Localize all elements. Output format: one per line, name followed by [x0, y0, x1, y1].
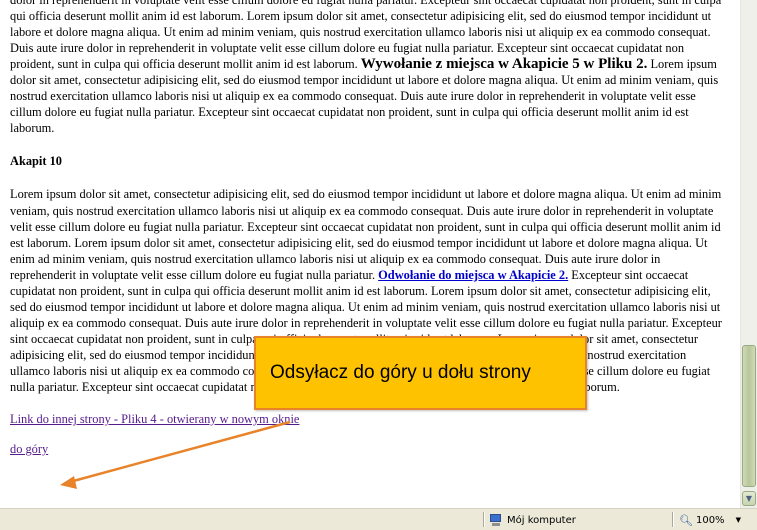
- zoom-control[interactable]: 🔍︎ 100% ▼: [679, 512, 741, 528]
- link-other-page-row: Link do innej strony - Pliku 4 - otwiera…: [10, 411, 728, 427]
- section-heading-akapit-10: Akapit 10: [10, 154, 62, 169]
- security-zone: Mój komputer: [489, 512, 576, 528]
- annotation-callout: Odsyłacz do góry u dołu strony: [254, 336, 587, 410]
- link-akapit-2[interactable]: Odwołanie do miejsca w Akapicie 2.: [378, 268, 568, 282]
- dropdown-arrow-icon[interactable]: ▼: [736, 516, 741, 524]
- status-divider: [483, 512, 485, 527]
- computer-icon: [489, 514, 503, 526]
- magnifier-icon: 🔍︎: [679, 513, 693, 527]
- status-bar: Mój komputer 🔍︎ 100% ▼: [0, 508, 757, 530]
- browser-viewport: dolor in reprehenderit in voluptate veli…: [0, 0, 740, 508]
- link-top-row: do góry: [10, 441, 728, 457]
- link-back-to-top[interactable]: do góry: [10, 442, 48, 456]
- vertical-scrollbar[interactable]: ▼: [740, 0, 757, 508]
- link-other-page[interactable]: Link do innej strony - Pliku 4 - otwiera…: [10, 412, 299, 426]
- scrollbar-thumb[interactable]: [742, 345, 756, 487]
- anchor-heading-akapit-5: Wywołanie z miejsca w Akapicie 5 w Pliku…: [360, 56, 648, 73]
- callout-text: Odsyłacz do góry u dołu strony: [270, 362, 531, 383]
- zone-label: Mój komputer: [507, 514, 576, 526]
- paragraph-akapit-9: dolor in reprehenderit in voluptate veli…: [10, 0, 728, 136]
- status-divider: [672, 512, 674, 527]
- zoom-label: 100%: [695, 514, 725, 526]
- scroll-down-arrow-icon[interactable]: ▼: [742, 491, 756, 506]
